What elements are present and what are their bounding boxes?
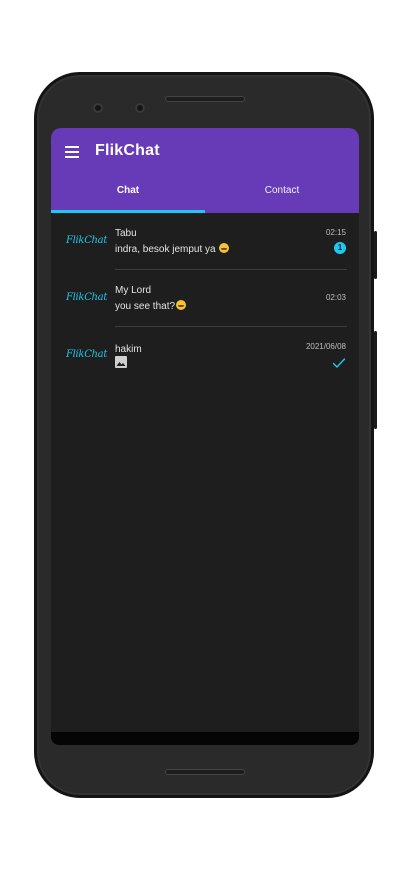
hamburger-menu-icon[interactable] (65, 146, 81, 160)
unread-badge: 1 (334, 242, 346, 254)
grinning-face-emoji-icon (219, 243, 230, 253)
chat-name: hakim (115, 344, 142, 355)
app-bar: FlikChat Chat Contact (51, 128, 359, 213)
chat-name: My Lord (115, 285, 152, 296)
chat-name: Tabu (115, 228, 137, 239)
chat-time: 02:15 (325, 228, 346, 237)
phone-frame: FlikChat Chat Contact FlikChat Tabu indr… (34, 72, 377, 798)
chat-last-message: indra, besok jemput ya (115, 243, 230, 255)
avatar: FlikChat (66, 292, 108, 303)
tab-chat[interactable]: Chat (51, 185, 205, 196)
navigation-bar (51, 732, 359, 745)
avatar: FlikChat (66, 235, 108, 246)
chat-list-item[interactable]: FlikChat hakim 2021/06/08 (51, 327, 359, 384)
chat-time: 2021/06/08 (305, 342, 346, 351)
chat-time: 02:03 (325, 293, 346, 302)
chat-list-item[interactable]: FlikChat My Lord you see that? 02:03 (51, 270, 359, 327)
tab-contact[interactable]: Contact (205, 185, 359, 196)
phone-power-button (374, 231, 377, 279)
screen: FlikChat Chat Contact FlikChat Tabu indr… (51, 128, 359, 745)
grinning-face-emoji-icon (176, 300, 187, 310)
camera-icon (135, 103, 145, 113)
chat-message-text: you see that? (115, 301, 176, 312)
check-icon (332, 358, 346, 368)
camera-icon (93, 103, 103, 113)
image-icon (115, 356, 127, 368)
phone-volume-button (374, 331, 377, 429)
chat-list-item[interactable]: FlikChat Tabu indra, besok jemput ya 02:… (51, 213, 359, 270)
bottom-speaker (165, 769, 245, 775)
avatar: FlikChat (66, 349, 108, 360)
app-title: FlikChat (95, 142, 160, 159)
chat-last-message: you see that? (115, 300, 187, 312)
earpiece-speaker (165, 96, 245, 102)
chat-message-text: indra, besok jemput ya (115, 244, 216, 255)
